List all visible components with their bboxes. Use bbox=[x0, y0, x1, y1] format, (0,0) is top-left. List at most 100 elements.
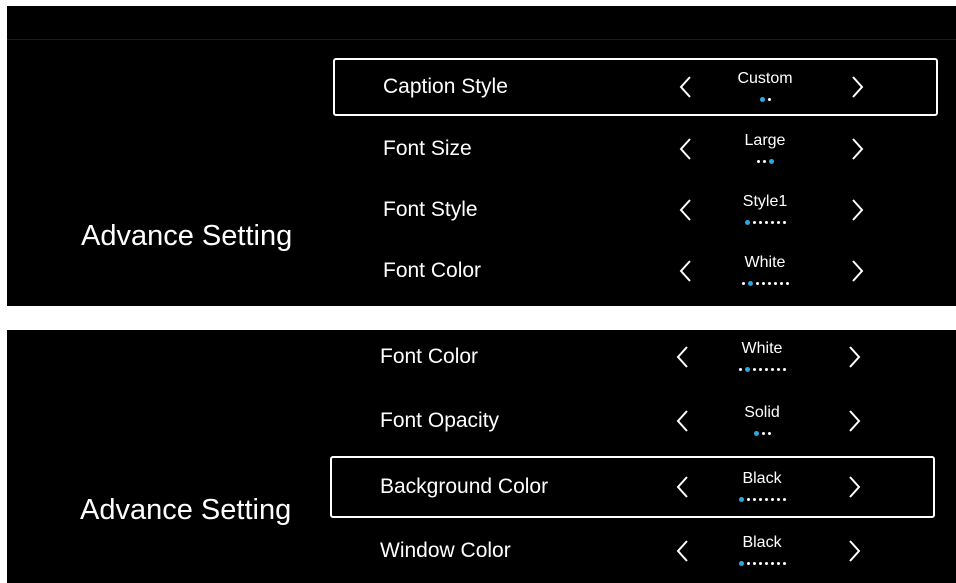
indicator-dot bbox=[779, 282, 783, 285]
indicator-dot bbox=[756, 160, 760, 163]
indicator-dot bbox=[776, 498, 780, 501]
chevron-right-icon[interactable] bbox=[845, 344, 863, 370]
setting-row-font-style[interactable]: Font Style Style1 bbox=[333, 181, 938, 239]
chevron-left-icon[interactable] bbox=[674, 538, 692, 564]
indicator-dot bbox=[770, 368, 774, 371]
settings-panel-top: Advance Setting Caption Style Custom Fon… bbox=[7, 6, 956, 306]
setting-value: Solid bbox=[712, 402, 812, 440]
setting-label: Font Size bbox=[383, 137, 472, 160]
setting-row-caption-style[interactable]: Caption Style Custom bbox=[333, 58, 938, 116]
indicator-dot bbox=[767, 98, 771, 101]
setting-row-background-color[interactable]: Background Color Black bbox=[330, 456, 935, 518]
indicator-dot-active bbox=[738, 497, 744, 502]
indicator-dot bbox=[752, 221, 756, 224]
indicator-dot bbox=[758, 368, 762, 371]
indicator-dot bbox=[761, 282, 765, 285]
value-indicator-dots bbox=[712, 497, 812, 502]
indicator-dot bbox=[764, 562, 768, 565]
setting-value: Custom bbox=[715, 68, 815, 106]
value-indicator-dots bbox=[712, 561, 812, 566]
indicator-dot bbox=[767, 432, 771, 435]
value-indicator-dots bbox=[715, 281, 815, 286]
indicator-dot bbox=[758, 498, 762, 501]
settings-panel-bottom: Advance Setting Font Color White Font Op… bbox=[7, 330, 956, 583]
indicator-dot-active bbox=[768, 159, 774, 164]
setting-row-font-color[interactable]: Font Color White bbox=[333, 242, 938, 300]
indicator-dot bbox=[770, 562, 774, 565]
chevron-right-icon[interactable] bbox=[848, 197, 866, 223]
indicator-dot bbox=[776, 368, 780, 371]
indicator-dot bbox=[782, 498, 786, 501]
indicator-dot bbox=[785, 282, 789, 285]
setting-label: Font Opacity bbox=[380, 409, 500, 432]
indicator-dot bbox=[758, 562, 762, 565]
setting-value-text: Custom bbox=[737, 70, 793, 87]
indicator-dot-active bbox=[744, 220, 750, 225]
setting-label: Background Color bbox=[380, 475, 549, 498]
setting-value: White bbox=[715, 252, 815, 290]
indicator-dot bbox=[761, 432, 765, 435]
indicator-dot bbox=[776, 562, 780, 565]
setting-row-font-size[interactable]: Font Size Large bbox=[333, 120, 938, 178]
indicator-dot-active bbox=[738, 561, 744, 566]
indicator-dot bbox=[770, 221, 774, 224]
setting-value-text: Style1 bbox=[742, 193, 788, 210]
value-indicator-dots bbox=[715, 220, 815, 225]
chevron-left-icon[interactable] bbox=[677, 258, 695, 284]
chevron-left-icon[interactable] bbox=[674, 408, 692, 434]
setting-label: Font Color bbox=[380, 345, 479, 368]
setting-value-text: Solid bbox=[744, 404, 780, 421]
indicator-dot bbox=[782, 562, 786, 565]
indicator-dot-active bbox=[753, 431, 759, 436]
setting-value-text: White bbox=[744, 254, 786, 271]
value-indicator-dots bbox=[712, 431, 812, 436]
setting-row-font-opacity[interactable]: Font Opacity Solid bbox=[330, 392, 935, 450]
setting-value: Black bbox=[712, 532, 812, 570]
indicator-dot bbox=[752, 562, 756, 565]
indicator-dot bbox=[764, 498, 768, 501]
indicator-dot bbox=[738, 368, 742, 371]
indicator-dot-active bbox=[744, 367, 750, 372]
indicator-dot bbox=[782, 221, 786, 224]
setting-value-text: White bbox=[741, 340, 783, 357]
indicator-dot bbox=[767, 282, 771, 285]
setting-value-text: Black bbox=[742, 470, 782, 487]
chevron-right-icon[interactable] bbox=[845, 538, 863, 564]
indicator-dot bbox=[741, 282, 745, 285]
setting-row-font-color[interactable]: Font Color White bbox=[330, 330, 935, 386]
indicator-dot bbox=[752, 368, 756, 371]
indicator-dot bbox=[755, 282, 759, 285]
chevron-left-icon[interactable] bbox=[674, 344, 692, 370]
chevron-left-icon[interactable] bbox=[674, 474, 692, 500]
setting-label: Caption Style bbox=[383, 75, 508, 98]
setting-value-text: Black bbox=[742, 534, 782, 551]
setting-value: Black bbox=[712, 468, 812, 506]
setting-row-window-color[interactable]: Window Color Black bbox=[330, 522, 935, 580]
indicator-dot-active bbox=[759, 97, 765, 102]
top-bar bbox=[7, 6, 956, 40]
setting-label: Font Color bbox=[383, 259, 482, 282]
indicator-dot bbox=[764, 221, 768, 224]
indicator-dot bbox=[776, 221, 780, 224]
indicator-dot bbox=[770, 498, 774, 501]
chevron-right-icon[interactable] bbox=[848, 258, 866, 284]
section-title: Advance Setting bbox=[80, 494, 292, 526]
chevron-right-icon[interactable] bbox=[845, 408, 863, 434]
indicator-dot bbox=[762, 160, 766, 163]
chevron-right-icon[interactable] bbox=[845, 474, 863, 500]
indicator-dot-active bbox=[747, 281, 753, 286]
chevron-left-icon[interactable] bbox=[677, 74, 695, 100]
setting-label: Font Style bbox=[383, 198, 478, 221]
chevron-left-icon[interactable] bbox=[677, 197, 695, 223]
setting-value: Style1 bbox=[715, 191, 815, 229]
indicator-dot bbox=[782, 368, 786, 371]
setting-label: Window Color bbox=[380, 539, 511, 562]
indicator-dot bbox=[764, 368, 768, 371]
indicator-dot bbox=[758, 221, 762, 224]
indicator-dot bbox=[773, 282, 777, 285]
chevron-right-icon[interactable] bbox=[848, 136, 866, 162]
setting-value-text: Large bbox=[744, 132, 786, 149]
indicator-dot bbox=[752, 498, 756, 501]
chevron-right-icon[interactable] bbox=[848, 74, 866, 100]
chevron-left-icon[interactable] bbox=[677, 136, 695, 162]
